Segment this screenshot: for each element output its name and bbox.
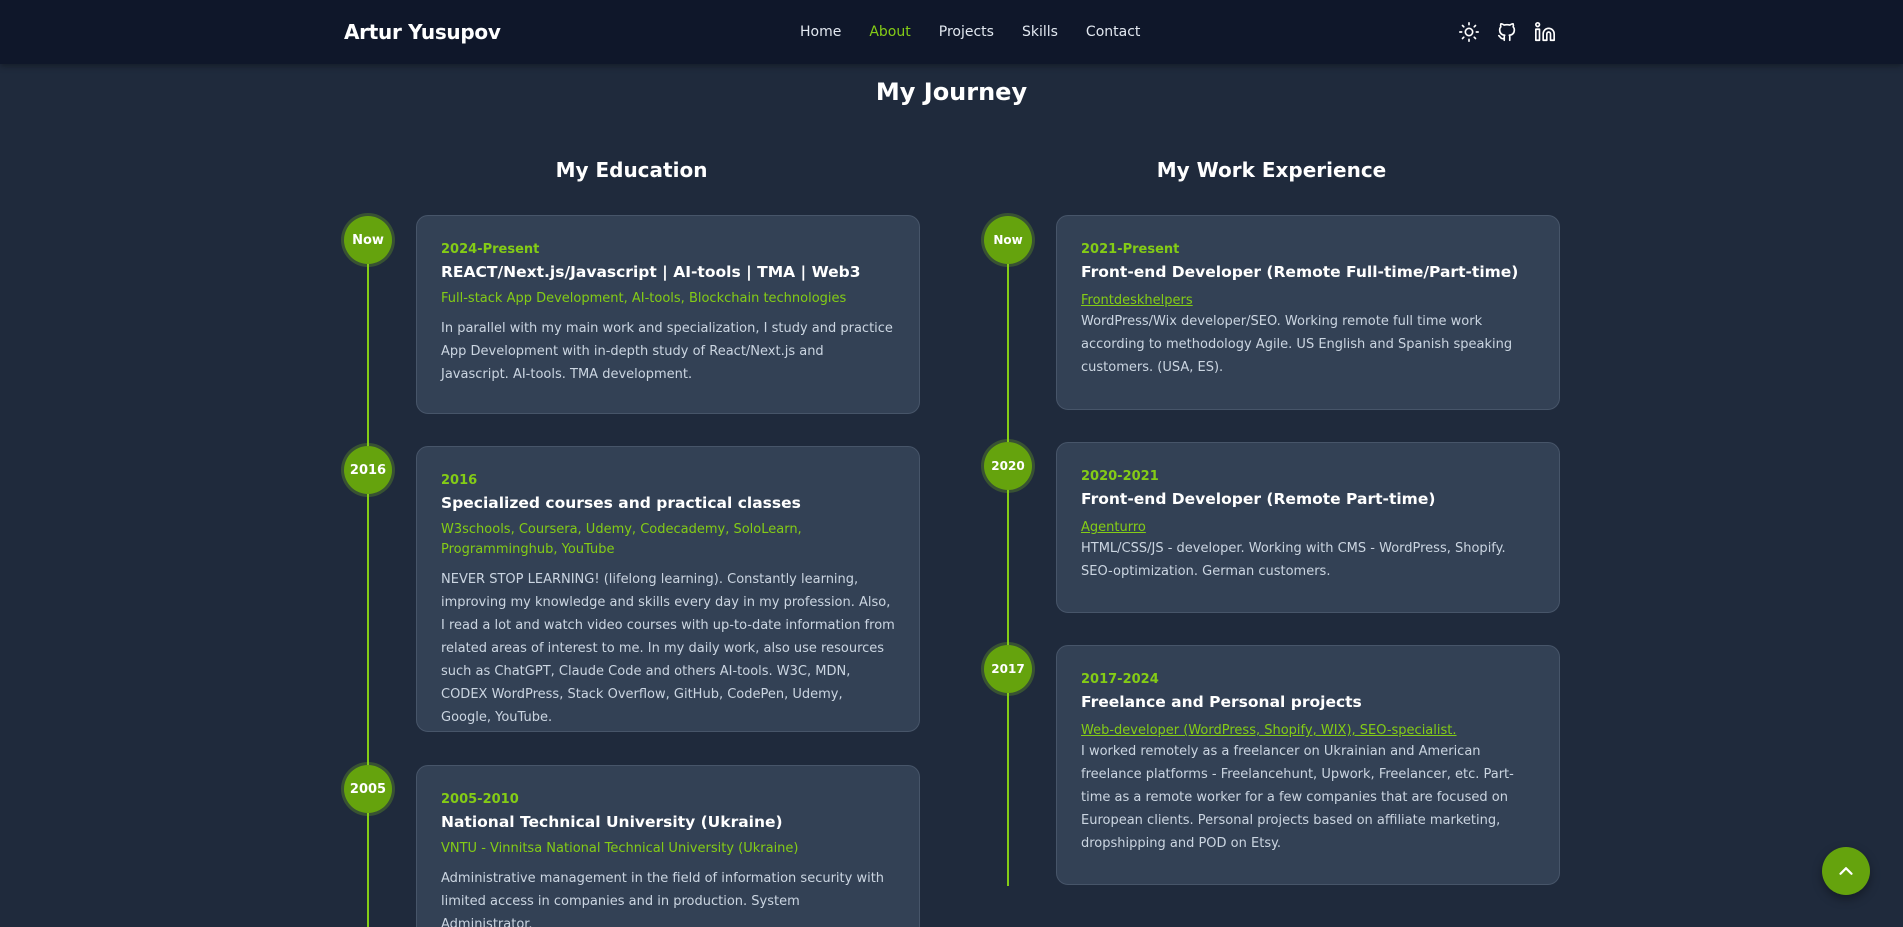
timeline-badge: 2016 bbox=[344, 446, 392, 494]
work-title-text: Front-end Developer (Remote Full-time/Pa… bbox=[1081, 263, 1519, 281]
education-subtitle: Full-stack App Development, AI-tools, Bl… bbox=[441, 291, 847, 306]
work-title-text: Freelance and Personal projects bbox=[1081, 693, 1362, 711]
education-description: Administrative management in the field o… bbox=[441, 871, 885, 927]
linkedin-icon[interactable] bbox=[1534, 21, 1556, 43]
education-description: NEVER STOP LEARNING! (lifelong learning)… bbox=[441, 572, 895, 725]
education-title-text: REACT/Next.js/Javascript | AI-tools | TM… bbox=[441, 263, 861, 281]
work-title-text: Front-end Developer (Remote Part-time) bbox=[1081, 490, 1436, 508]
work-card: 2017-2024 Freelance and Personal project… bbox=[1056, 645, 1560, 885]
education-subtitle: VNTU - Vinnitsa National Technical Unive… bbox=[441, 841, 799, 856]
timeline-badge: 2020 bbox=[984, 442, 1032, 490]
education-title-text: Specialized courses and practical classe… bbox=[441, 494, 801, 512]
work-description: HTML/CSS/JS - developer. Working with CM… bbox=[1081, 541, 1506, 579]
work-title: My Work Experience bbox=[1156, 158, 1387, 182]
company-link[interactable]: Web-developer (WordPress, Shopify, WIX),… bbox=[1081, 723, 1457, 738]
work-description: I worked remotely as a freelancer on Ukr… bbox=[1081, 744, 1514, 851]
education-card: 2024-Present REACT/Next.js/Javascript | … bbox=[416, 215, 920, 414]
work-period: 2017-2024 bbox=[1081, 672, 1159, 687]
scroll-top-button[interactable] bbox=[1822, 847, 1870, 895]
nav-skills[interactable]: Skills bbox=[1022, 24, 1058, 40]
github-icon[interactable] bbox=[1496, 21, 1518, 43]
education-title-text: National Technical University (Ukraine) bbox=[441, 813, 783, 831]
page-title: My Journey bbox=[875, 78, 1028, 106]
education-timeline bbox=[367, 240, 369, 927]
work-card: 2020-2021 Front-end Developer (Remote Pa… bbox=[1056, 442, 1560, 613]
sun-icon[interactable] bbox=[1458, 21, 1480, 43]
education-period: 2005-2010 bbox=[441, 792, 519, 807]
nav-about[interactable]: About bbox=[869, 24, 910, 40]
timeline-badge: 2005 bbox=[344, 765, 392, 813]
nav-contact[interactable]: Contact bbox=[1086, 24, 1140, 40]
company-link[interactable]: Agenturro bbox=[1081, 520, 1146, 535]
work-card: 2021-Present Front-end Developer (Remote… bbox=[1056, 215, 1560, 410]
education-card: 2005-2010 National Technical University … bbox=[416, 765, 920, 927]
nav-icons bbox=[1458, 21, 1556, 43]
education-title: My Education bbox=[555, 158, 708, 182]
education-subtitle: W3schools, Coursera, Udemy, Codecademy, … bbox=[441, 522, 802, 557]
work-timeline bbox=[1007, 240, 1009, 886]
nav-projects[interactable]: Projects bbox=[939, 24, 994, 40]
arrow-up-icon bbox=[1839, 867, 1853, 875]
work-description: WordPress/Wix developer/SEO. Working rem… bbox=[1081, 314, 1513, 375]
timeline-badge: Now bbox=[344, 216, 392, 264]
education-card: 2016 Specialized courses and practical c… bbox=[416, 446, 920, 732]
nav-home[interactable]: Home bbox=[800, 24, 841, 40]
work-period: 2021-Present bbox=[1081, 242, 1180, 257]
education-description: In parallel with my main work and specia… bbox=[441, 321, 893, 382]
timeline-badge: Now bbox=[984, 216, 1032, 264]
brand-logo[interactable]: Artur Yusupov bbox=[344, 20, 501, 44]
education-period: 2016 bbox=[441, 473, 478, 488]
company-link[interactable]: Frontdeskhelpers bbox=[1081, 293, 1193, 308]
navbar: Artur Yusupov Home About Projects Skills… bbox=[0, 0, 1903, 64]
timeline-badge: 2017 bbox=[984, 645, 1032, 693]
nav-links: Home About Projects Skills Contact bbox=[800, 24, 1168, 40]
work-period: 2020-2021 bbox=[1081, 469, 1159, 484]
education-period: 2024-Present bbox=[441, 242, 540, 257]
